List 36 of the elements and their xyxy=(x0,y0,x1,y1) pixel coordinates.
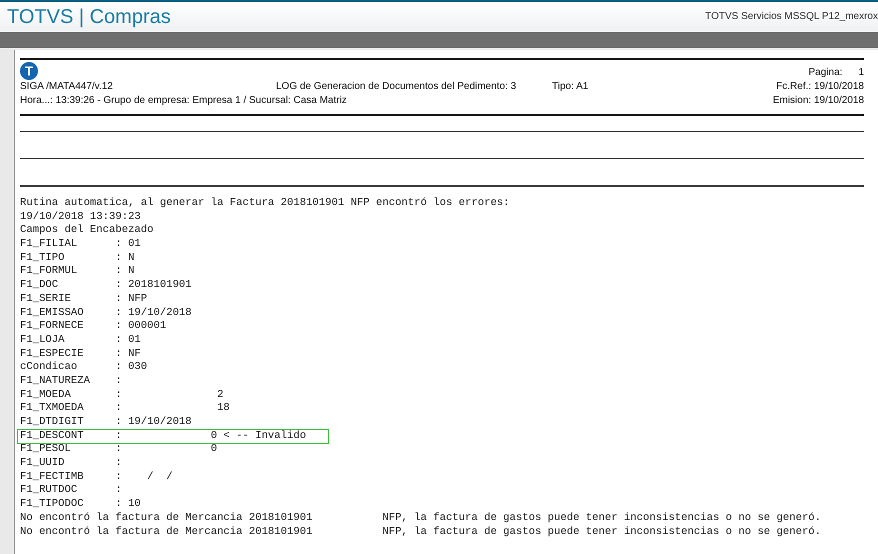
log-line: Rutina automatica, al generar la Factura 2018101901 NFP encontró los errores: xyxy=(19,197,511,211)
log-line: F1_UUID : xyxy=(19,457,123,471)
log-line: F1_NATUREZA : xyxy=(19,374,123,389)
log-line: F1_TIPODOC : 10 xyxy=(19,498,142,512)
log-line: F1_DOC : 2018101901 xyxy=(19,279,193,293)
log-line: F1_DTDIGIT : 19/10/2018 xyxy=(19,416,193,430)
log-line: Campos del Encabezado xyxy=(19,224,155,238)
log-line: F1_EMISSAO : 19/10/2018 xyxy=(19,306,193,320)
log-line: F1_PESOL : 0 xyxy=(19,443,218,458)
log-line: F1_MOEDA : 2 xyxy=(19,388,224,402)
log-line: cCondicao : 030 xyxy=(19,361,148,375)
log-line: F1_TIPO : N xyxy=(19,252,136,266)
program-label: SIGA /MATA447/v.12 xyxy=(20,80,114,94)
log-line: F1_SERIE : NFP xyxy=(19,292,148,306)
log-line: F1_ESPECIE : NF xyxy=(19,348,142,361)
log-line: F1_FILIAL : 01 xyxy=(19,238,142,252)
report-heading: LOG de Generacion de Documentos del Pedimento: 3 xyxy=(276,80,518,94)
page-label: Pagina: xyxy=(808,66,842,80)
log-line: F1_FECTIMB : / / xyxy=(19,470,174,484)
log-line: No encontró la factura de Mercancia 2018101901 NFP, la factura de gastos puede tener inconsistencias o no se generó. xyxy=(19,512,822,526)
company-logo: T xyxy=(20,62,38,80)
issue-date: Emision: 19/10/2018 xyxy=(772,94,864,108)
report-type: Tipo: A1 xyxy=(552,80,588,94)
log-line: No encontró la factura de Mercancia 2018101901 NFP, la factura de gastos puede tener inconsistencias o no se generó. xyxy=(19,526,822,540)
log-line: 19/10/2018 13:39:23 xyxy=(19,210,142,224)
log-line: F1_FORNECE : 000001 xyxy=(19,320,168,334)
log-line: F1_LOJA : 01 xyxy=(19,334,142,348)
page-number: 1 xyxy=(858,66,864,80)
connection-label: TOTVS Servicios MSSQL P12_mexrox xyxy=(705,10,878,24)
reference-date: Fc.Ref.: 19/10/2018 xyxy=(776,80,864,94)
time-company-label: Hora...: 13:39:26 - Grupo de empresa: Empresa 1 / Sucursal: Casa Matriz xyxy=(20,94,347,108)
log-line: F1_RUTDOC : xyxy=(19,484,123,498)
log-line: F1_DESCONT : 0 < -- Invalido xyxy=(18,430,328,444)
app-title: TOTVS | Compras xyxy=(6,5,171,30)
log-line: F1_FORMUL : N xyxy=(19,265,136,280)
log-line: F1_TXMOEDA : 18 xyxy=(19,402,231,416)
